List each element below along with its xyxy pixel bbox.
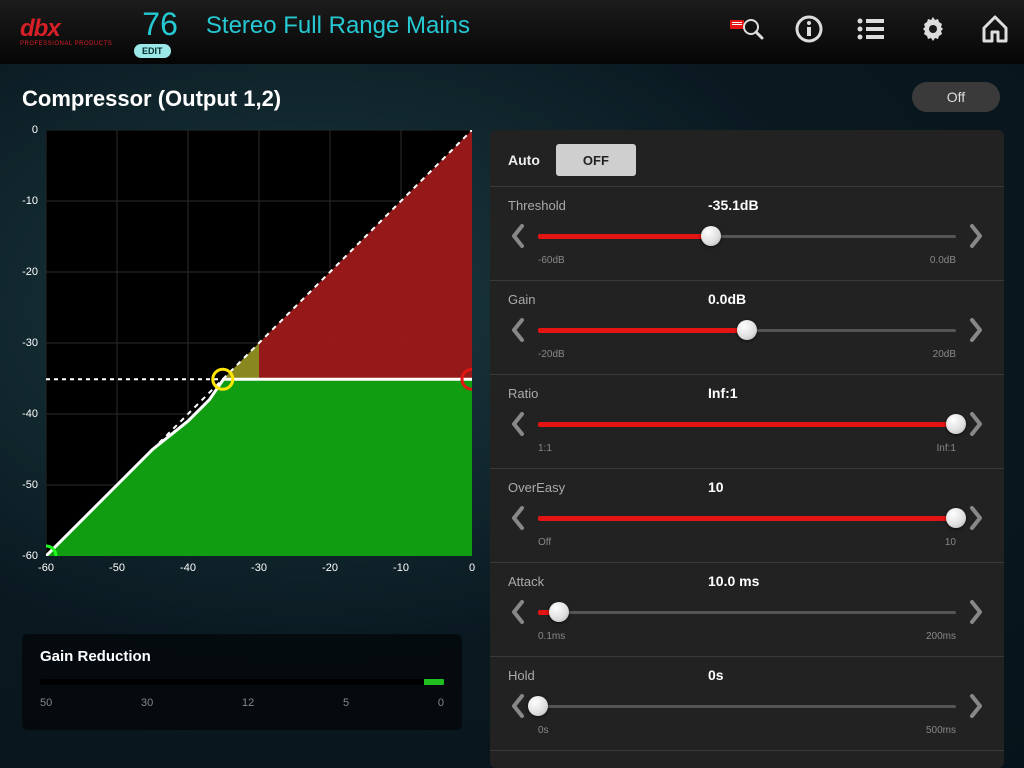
x-axis-tick: -40 — [176, 562, 200, 574]
decrement-button[interactable] — [508, 409, 528, 439]
y-axis-tick: -40 — [18, 408, 38, 420]
param-value: 0.0dB — [708, 291, 746, 307]
param-slider[interactable] — [538, 414, 956, 434]
y-axis-tick: -30 — [18, 337, 38, 349]
param-ratio: RatioInf:11:1Inf:1 — [490, 375, 1004, 469]
param-slider[interactable] — [538, 602, 956, 622]
param-value: Inf:1 — [708, 385, 738, 401]
preset-title: Stereo Full Range Mains — [206, 12, 470, 40]
x-axis-tick: -10 — [389, 562, 413, 574]
x-axis-tick: 0 — [460, 562, 484, 574]
home-icon[interactable] — [978, 12, 1012, 46]
param-value: -35.1dB — [708, 197, 759, 213]
param-min: 0.1ms — [538, 631, 565, 642]
param-min: 0s — [538, 725, 549, 736]
app-header: dbx PROFESSIONAL PRODUCTS 76 EDIT Stereo… — [0, 0, 1024, 64]
bypass-toggle[interactable]: Off — [912, 82, 1000, 112]
x-axis-tick: -60 — [34, 562, 58, 574]
y-axis-tick: -10 — [18, 195, 38, 207]
decrement-button[interactable] — [508, 503, 528, 533]
header-icon-group — [730, 12, 1012, 46]
y-axis-tick: 0 — [18, 124, 38, 136]
param-min: 1:1 — [538, 443, 552, 454]
gain-reduction-meter — [40, 679, 444, 685]
auto-toggle-button[interactable]: OFF — [556, 144, 636, 176]
increment-button[interactable] — [966, 409, 986, 439]
y-axis-tick: -20 — [18, 266, 38, 278]
gain-reduction-tick: 5 — [343, 697, 349, 709]
param-name: Hold — [508, 668, 708, 683]
parameter-panel: Auto OFF Threshold-35.1dB-60dB0.0dBGain0… — [490, 130, 1004, 768]
param-max: 200ms — [926, 631, 956, 642]
param-threshold: Threshold-35.1dB -60dB 0.0dB — [490, 187, 1004, 281]
decrement-button[interactable] — [508, 597, 528, 627]
param-min: -60dB — [538, 255, 565, 266]
param-slider[interactable] — [538, 508, 956, 528]
compressor-graph[interactable]: -60-50-40-30-20-100 0-10-20-30-40-50-60 — [22, 130, 472, 570]
decrement-button[interactable] — [508, 221, 528, 251]
gain-reduction-tick: 30 — [141, 697, 153, 709]
brand-logo: dbx PROFESSIONAL PRODUCTS — [20, 17, 112, 47]
param-name: Attack — [508, 574, 708, 589]
increment-button[interactable] — [966, 315, 986, 345]
auto-row: Auto OFF — [490, 130, 1004, 187]
x-axis-tick: -50 — [105, 562, 129, 574]
param-slider[interactable] — [538, 696, 956, 716]
param-value: 10 — [708, 479, 724, 495]
param-min: Off — [538, 537, 551, 548]
brand-name: dbx — [20, 17, 112, 41]
param-attack: Attack10.0 ms 0.1ms 200ms — [490, 563, 1004, 657]
wizard-icon[interactable] — [730, 12, 764, 46]
edit-badge[interactable]: EDIT — [134, 44, 171, 58]
gain-reduction-tick: 0 — [438, 697, 444, 709]
param-name: Ratio — [508, 386, 708, 401]
gain-reduction-title: Gain Reduction — [40, 648, 444, 665]
param-gain: Gain0.0dB -20dB 20dB — [490, 281, 1004, 375]
increment-button[interactable] — [966, 221, 986, 251]
auto-label: Auto — [508, 152, 540, 168]
param-max: 0.0dB — [930, 255, 956, 266]
x-axis-tick: -20 — [318, 562, 342, 574]
param-max: 10 — [945, 537, 956, 548]
info-icon[interactable] — [792, 12, 826, 46]
y-axis-tick: -60 — [18, 550, 38, 562]
increment-button[interactable] — [966, 503, 986, 533]
param-value: 0s — [708, 667, 724, 683]
param-max: 20dB — [933, 349, 956, 360]
list-icon[interactable] — [854, 12, 888, 46]
preset-number: 76 — [142, 6, 178, 43]
gear-icon[interactable] — [916, 12, 950, 46]
gain-reduction-tick: 12 — [242, 697, 254, 709]
param-overeasy: OverEasy10Off10 — [490, 469, 1004, 563]
param-name: Gain — [508, 292, 708, 307]
x-axis-tick: -30 — [247, 562, 271, 574]
page-title: Compressor (Output 1,2) — [22, 86, 281, 112]
param-hold: Hold0s0s500ms — [490, 657, 1004, 751]
gain-reduction-ticks: 50301250 — [40, 697, 444, 709]
gain-reduction-tick: 50 — [40, 697, 52, 709]
increment-button[interactable] — [966, 597, 986, 627]
y-axis-tick: -50 — [18, 479, 38, 491]
param-value: 10.0 ms — [708, 573, 759, 589]
param-max: Inf:1 — [937, 443, 956, 454]
param-slider[interactable] — [538, 226, 956, 246]
brand-subtitle: PROFESSIONAL PRODUCTS — [20, 41, 112, 47]
param-min: -20dB — [538, 349, 565, 360]
decrement-button[interactable] — [508, 315, 528, 345]
decrement-button[interactable] — [508, 691, 528, 721]
param-name: OverEasy — [508, 480, 708, 495]
increment-button[interactable] — [966, 691, 986, 721]
param-max: 500ms — [926, 725, 956, 736]
param-name: Threshold — [508, 198, 708, 213]
param-slider[interactable] — [538, 320, 956, 340]
gain-reduction-panel: Gain Reduction 50301250 — [22, 634, 462, 730]
